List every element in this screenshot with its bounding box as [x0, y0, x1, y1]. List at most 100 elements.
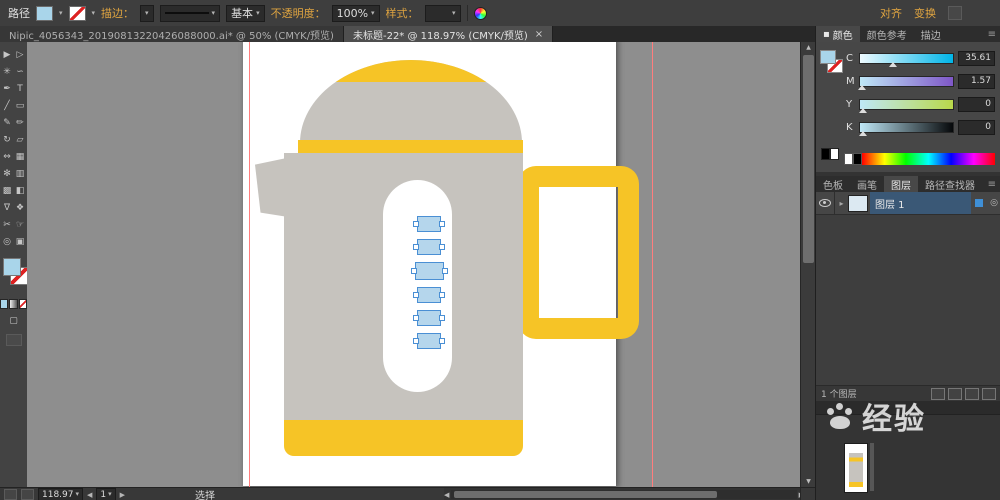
horizontal-scrollbar[interactable]: ◀ ▶: [444, 488, 804, 500]
magic-wand-tool[interactable]: ✳: [1, 63, 14, 80]
direct-selection-tool[interactable]: ▷: [14, 46, 27, 63]
screen-mode-icon[interactable]: ▢: [0, 316, 27, 326]
slider-thumb[interactable]: [857, 84, 866, 90]
black-slider[interactable]: [859, 121, 954, 136]
tab-pathfinder[interactable]: 路径查找器: [918, 176, 982, 192]
eyedropper-tool[interactable]: ∇: [1, 199, 14, 216]
gradient-mode-button[interactable]: [9, 299, 18, 309]
width-tool[interactable]: ⇔: [1, 148, 14, 165]
level-mark[interactable]: [413, 239, 445, 255]
layer-row[interactable]: ▸ 图层 1 ◎: [816, 192, 1000, 215]
style-box[interactable]: ▾: [424, 4, 461, 22]
kettle-handle-shape[interactable]: [518, 166, 639, 339]
close-icon[interactable]: ×: [535, 29, 543, 40]
layer-name[interactable]: 图层 1: [870, 192, 971, 214]
zoom-tool[interactable]: ◎: [1, 233, 14, 250]
delete-layer-icon[interactable]: [982, 387, 996, 400]
style-link[interactable]: 样式：: [386, 5, 419, 21]
tab-color-guide[interactable]: 颜色参考: [860, 26, 914, 42]
panel-options-icon[interactable]: [948, 6, 962, 20]
panel-menu-icon[interactable]: ≡: [983, 179, 1000, 190]
line-tool[interactable]: ╱: [1, 97, 14, 114]
expand-icon[interactable]: ▸: [835, 199, 848, 208]
graph-tool[interactable]: ▥: [14, 165, 27, 182]
transform-link[interactable]: 变换: [914, 5, 936, 21]
slider-thumb[interactable]: [859, 107, 867, 113]
kettle-base-shape[interactable]: [284, 420, 523, 456]
stroke-color-chip[interactable]: [68, 5, 86, 21]
stroke-weight-box[interactable]: ▾: [140, 4, 154, 22]
slider-thumb[interactable]: [859, 130, 867, 136]
scroll-up-icon[interactable]: ▲: [801, 44, 816, 51]
color-spectrum-bar[interactable]: [844, 153, 995, 165]
brush-definition-box[interactable]: 基本 ▾: [226, 4, 265, 22]
black-value-field[interactable]: 0: [958, 119, 995, 135]
mesh-tool[interactable]: ▩: [1, 182, 14, 199]
scissors-tool[interactable]: ✂: [1, 216, 14, 233]
chevron-down-icon[interactable]: ▾: [59, 9, 63, 17]
none-mode-button[interactable]: [18, 299, 27, 309]
magenta-slider[interactable]: [857, 75, 954, 90]
yellow-slider[interactable]: [859, 98, 954, 113]
cyan-slider[interactable]: [859, 52, 954, 67]
rotate-tool[interactable]: ↻: [1, 131, 14, 148]
make-mask-icon[interactable]: [931, 387, 945, 400]
document-tab-active[interactable]: 未标题-22* @ 118.97% (CMYK/预览) ×: [343, 26, 554, 42]
rectangle-tool[interactable]: ▭: [14, 97, 27, 114]
selected-level-marks[interactable]: [410, 216, 448, 349]
navigator-scrollbar[interactable]: [870, 443, 874, 491]
spectrum-ramp[interactable]: [862, 153, 995, 165]
level-mark[interactable]: [413, 216, 445, 232]
magenta-value-field[interactable]: 1.57: [958, 73, 995, 89]
fill-proxy-swatch[interactable]: [820, 50, 836, 64]
kettle-lid-cap-shape[interactable]: [300, 60, 522, 82]
navigator-thumbnail[interactable]: [844, 443, 868, 493]
slider-thumb[interactable]: [889, 61, 898, 67]
color-mode-button[interactable]: [0, 299, 9, 309]
fill-color-chip[interactable]: [36, 5, 53, 21]
panel-menu-icon[interactable]: ≡: [983, 29, 1000, 40]
scroll-down-icon[interactable]: ▼: [801, 478, 816, 485]
kettle-stripe-shape[interactable]: [298, 140, 523, 153]
drawing-mode-icon[interactable]: [5, 334, 22, 346]
tab-layers[interactable]: 图层: [884, 176, 918, 192]
align-link[interactable]: 对齐: [880, 5, 902, 21]
hand-tool[interactable]: ☞: [14, 216, 27, 233]
pencil-tool[interactable]: ✏: [14, 114, 27, 131]
blend-tool[interactable]: ❖: [14, 199, 27, 216]
cyan-value-field[interactable]: 35.61: [958, 50, 995, 66]
document-tab[interactable]: Nipic_4056343_20190813220426088000.ai* @…: [0, 26, 344, 42]
pen-tool[interactable]: ✒: [1, 80, 14, 97]
gradient-tool[interactable]: ◧: [14, 182, 27, 199]
opacity-link[interactable]: 不透明度：: [271, 5, 326, 21]
zoom-box[interactable]: 118.97 ▾: [38, 488, 84, 500]
fill-swatch[interactable]: [3, 258, 21, 276]
kettle-spout-shape[interactable]: [255, 155, 301, 219]
status-icon[interactable]: [21, 489, 34, 500]
scroll-left-icon[interactable]: ◀: [444, 491, 449, 499]
level-mark[interactable]: [410, 262, 448, 280]
chevron-down-icon[interactable]: ▾: [92, 9, 96, 17]
lasso-tool[interactable]: ∽: [14, 63, 27, 80]
white-swatch[interactable]: [844, 153, 853, 165]
tab-brushes[interactable]: 画笔: [850, 176, 884, 192]
symbol-sprayer-tool[interactable]: ✻: [1, 165, 14, 182]
selection-tool[interactable]: ▶: [1, 46, 14, 63]
scale-tool[interactable]: ▱: [14, 131, 27, 148]
opacity-box[interactable]: 100% ▾: [331, 4, 380, 22]
artboard-navigation-box[interactable]: 1 ▾: [96, 488, 116, 500]
target-icon[interactable]: ◎: [987, 198, 1000, 208]
paintbrush-tool[interactable]: ✎: [1, 114, 14, 131]
visibility-toggle[interactable]: [816, 192, 835, 214]
vertical-scrollbar[interactable]: ▲ ▼: [800, 42, 816, 487]
new-layer-icon[interactable]: [965, 387, 979, 400]
artboard-tool[interactable]: ▣: [14, 233, 27, 250]
level-mark[interactable]: [413, 310, 445, 326]
new-sublayer-icon[interactable]: [948, 387, 962, 400]
next-artboard-icon[interactable]: ▶: [120, 491, 125, 499]
yellow-value-field[interactable]: 0: [958, 96, 995, 112]
recolor-artwork-icon[interactable]: [473, 6, 487, 20]
black-swatch[interactable]: [853, 153, 862, 165]
kettle-lid-shape[interactable]: [300, 60, 522, 143]
previous-artboard-icon[interactable]: ◀: [87, 491, 92, 499]
